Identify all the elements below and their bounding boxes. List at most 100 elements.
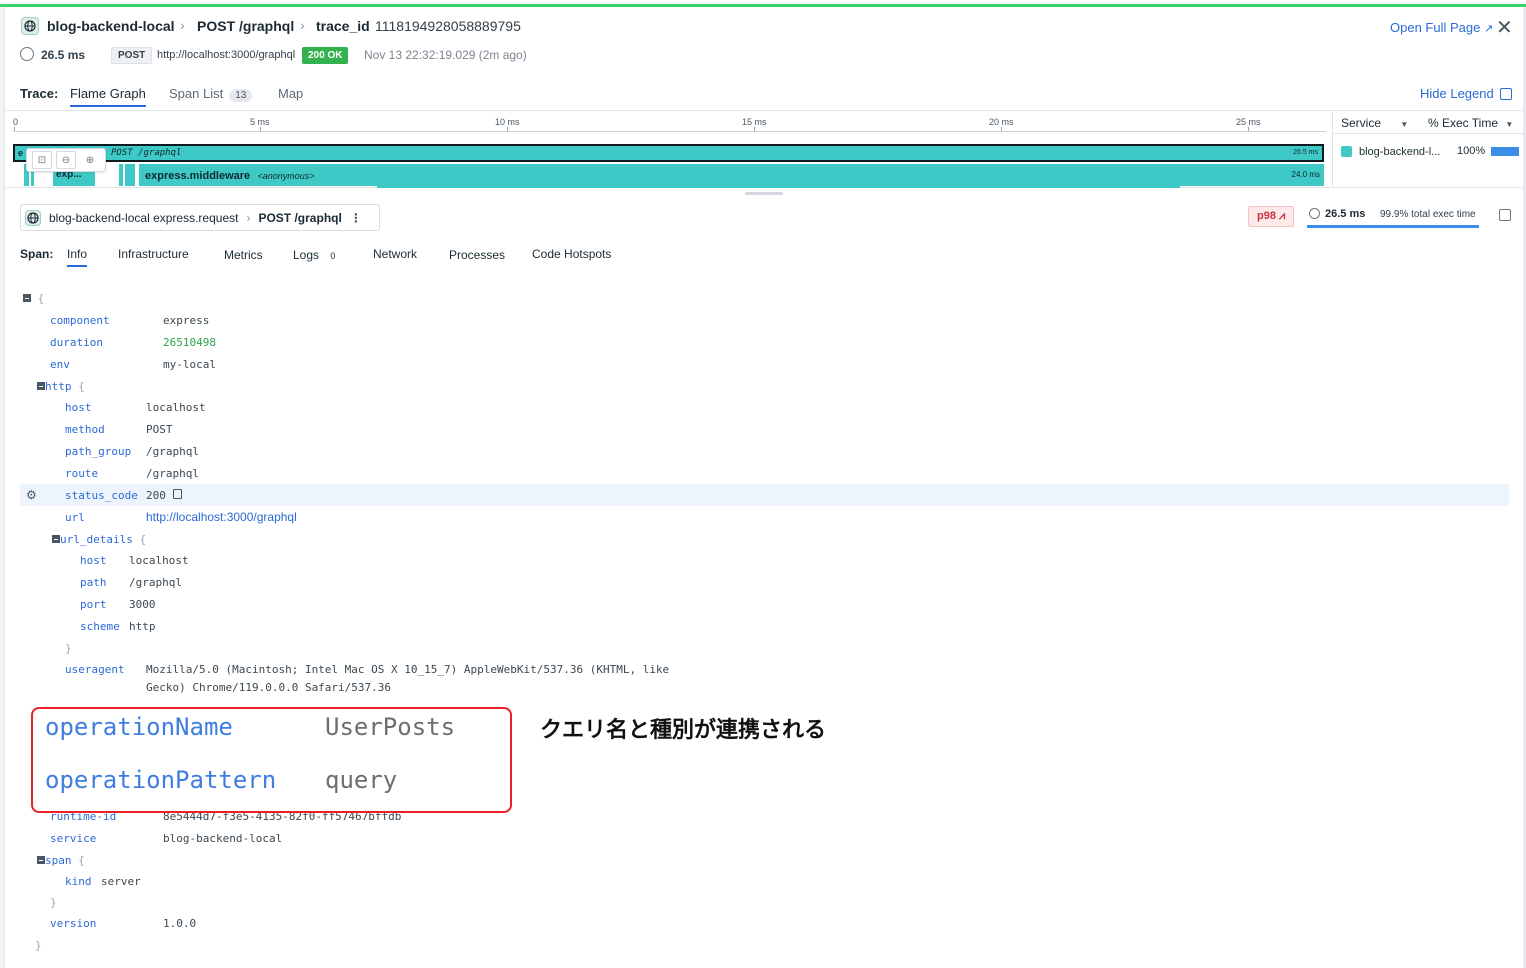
trace-timestamp: Nov 13 22:32:19.029 (2m ago) [364,48,527,62]
more-vertical-icon[interactable]: ⋮ [350,211,362,225]
json-value[interactable]: my-local [163,358,216,371]
json-value[interactable]: 26510498 [163,336,216,349]
json-key[interactable]: useragent [65,663,125,676]
json-http-group[interactable]: http { [37,380,85,393]
json-value[interactable]: localhost [129,554,189,567]
flame-graph[interactable]: 0 5 ms 10 ms 15 ms 20 ms 25 ms e POST /g… [5,110,1331,188]
root-span-time: 26.5 ms [1293,149,1318,156]
json-key[interactable]: env [50,358,70,371]
http-method-badge: POST [111,47,153,64]
child-span-bar[interactable] [119,164,123,186]
caret-down-icon: ▼ [1400,120,1409,129]
collapse-icon[interactable] [1499,209,1511,221]
annotation-note: クエリ名と種別が連携される [540,718,827,743]
json-value[interactable]: http [129,620,156,633]
json-value[interactable]: Mozilla/5.0 (Macintosh; Intel Mac OS X 1… [146,663,669,676]
p98-badge[interactable]: p98 ⩘ [1248,206,1295,227]
resize-handle[interactable] [745,192,783,195]
json-value[interactable]: blog-backend-local [163,832,282,845]
brace: { [78,380,85,393]
json-key[interactable]: status_code [65,489,138,502]
operation-name-key: operationName [45,713,233,741]
legend-service-header[interactable]: Service ▼ [1341,116,1408,130]
json-key[interactable]: scheme [80,620,120,633]
json-value[interactable]: /graphql [146,467,199,480]
tab-span-list[interactable]: Span List 13 [169,86,253,102]
span-tabs-label: Span: [20,247,54,261]
json-key[interactable]: component [50,314,110,327]
tick-15ms: 15 ms [742,117,767,127]
child-span-bar[interactable] [125,164,135,186]
json-span-group[interactable]: span { [37,854,85,867]
json-key[interactable]: method [65,423,105,436]
fit-icon[interactable]: ⊡ [32,151,52,169]
axis-line [13,131,1326,132]
nested-span-bar[interactable] [377,186,1180,188]
json-value[interactable]: POST [146,423,173,436]
json-key[interactable]: port [80,598,107,611]
span-count-badge: 13 [229,89,253,102]
json-key[interactable]: version [50,917,96,930]
clock-icon [1309,208,1320,219]
tab-logs-label: Logs [293,248,320,262]
tab-network[interactable]: Network [373,247,417,261]
json-key[interactable]: host [80,554,107,567]
tab-info[interactable]: Info [67,247,88,267]
span-service-op[interactable]: blog-backend-local express.request [49,211,238,225]
json-value[interactable]: Gecko) Chrome/119.0.0.0 Safari/537.36 [146,681,391,694]
json-value[interactable]: 200 [146,489,166,502]
json-value[interactable]: /graphql [146,445,199,458]
trace-id-label: trace_id [316,18,370,34]
json-value[interactable]: express [163,314,209,327]
tab-metrics[interactable]: Metrics [224,248,263,262]
brace: { [78,854,85,867]
tab-flame-graph[interactable]: Flame Graph [70,86,146,107]
json-value[interactable]: 3000 [129,598,156,611]
middleware-span-bar[interactable]: express.middleware <anonymous> 24.0 ms [139,164,1324,186]
middleware-span-time: 24.0 ms [1291,170,1320,179]
json-key[interactable]: path_group [65,445,131,458]
middleware-span-sub: <anonymous> [257,171,315,181]
zoom-out-icon[interactable]: ⊖ [56,151,76,169]
hide-legend-label: Hide Legend [1420,86,1494,101]
json-key[interactable]: kind [65,875,92,888]
zoom-in-icon[interactable]: ⊕ [80,151,100,169]
json-root-open[interactable]: { [23,292,44,305]
legend-exec-header[interactable]: % Exec Time ▼ [1428,116,1513,130]
span-breadcrumb: blog-backend-local express.request › POS… [20,204,380,231]
json-key[interactable]: url [65,511,85,524]
root-span-bar[interactable]: e POST /graphql 26.5 ms [13,144,1324,162]
collapse-toggle-icon [52,535,60,543]
tab-logs[interactable]: Logs 0 [293,248,335,262]
resource-name[interactable]: POST /graphql [197,18,294,34]
json-url-link[interactable]: http://localhost:3000/graphql [146,510,297,524]
globe-icon [21,17,39,35]
json-value[interactable]: /graphql [129,576,182,589]
hide-legend-button[interactable]: Hide Legend [1420,86,1513,101]
json-key[interactable]: host [65,401,92,414]
status-badge: 200 OK [302,47,349,64]
tab-infrastructure[interactable]: Infrastructure [118,247,189,261]
json-key[interactable]: path [80,576,107,589]
gear-icon[interactable]: ⚙ [26,488,37,502]
open-full-page-link[interactable]: Open Full Page ↗ [1390,20,1493,35]
json-value[interactable]: server [101,875,141,888]
legend-service-name[interactable]: blog-backend-l... [1359,146,1440,158]
tick-25ms: 25 ms [1236,117,1261,127]
service-name[interactable]: blog-backend-local [47,18,175,34]
tab-map[interactable]: Map [278,86,303,101]
json-value[interactable]: 1.0.0 [163,917,196,930]
middleware-span-name: express.middleware [145,170,251,182]
tab-processes[interactable]: Processes [449,248,505,262]
json-value[interactable]: localhost [146,401,206,414]
span-resource[interactable]: POST /graphql [258,211,341,225]
logs-count: 0 [330,251,336,261]
tab-code-hotspots[interactable]: Code Hotspots [532,247,611,261]
json-url-details-group[interactable]: url_details { [52,533,146,546]
copy-icon[interactable] [173,489,182,499]
json-key[interactable]: service [50,832,96,845]
json-key[interactable]: duration [50,336,103,349]
close-icon[interactable]: ✕ [1496,15,1513,40]
p98-label: p98 [1257,210,1276,222]
json-key[interactable]: route [65,467,98,480]
